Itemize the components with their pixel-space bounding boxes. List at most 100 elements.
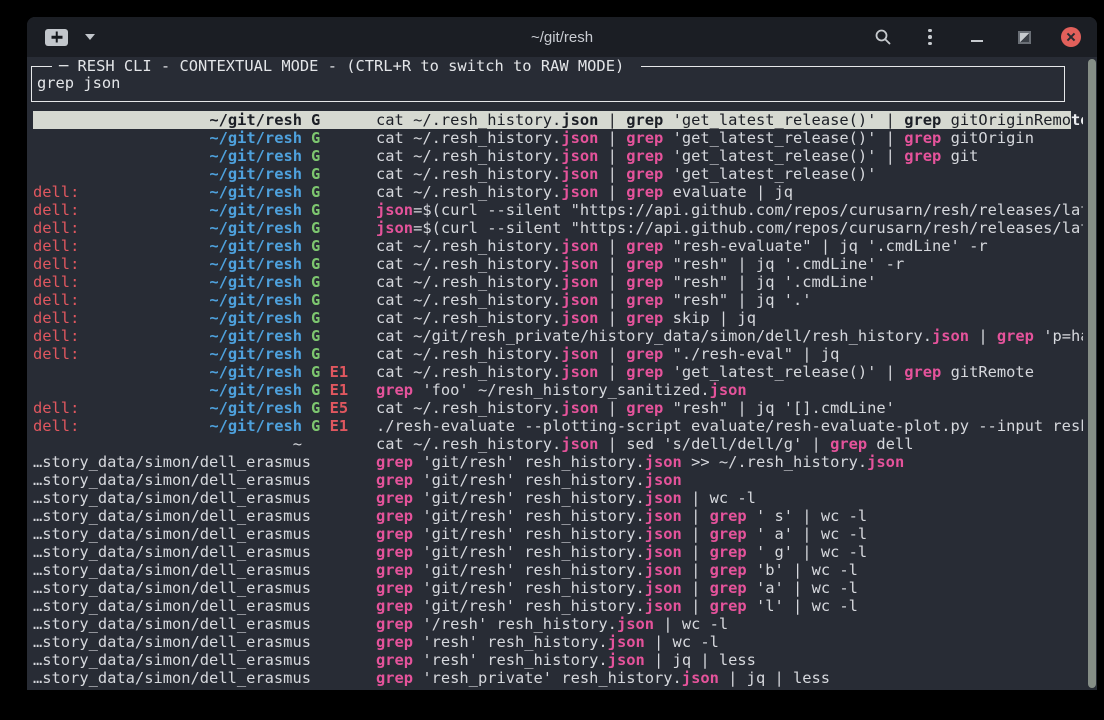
history-row[interactable]: …story_data/simon/dell_erasmusgrep 'git/…	[33, 561, 1083, 579]
history-row[interactable]: …story_data/simon/dell_erasmusgrep 'git/…	[33, 543, 1083, 561]
search-button[interactable]	[873, 27, 893, 47]
directory-label: …story_data/simon/dell_erasmus	[33, 561, 311, 579]
command-text: grep 'git/resh' resh_history.json | wc -…	[376, 489, 1083, 507]
history-row[interactable]: …story_data/simon/dell_erasmusgrep 'git/…	[33, 597, 1083, 615]
directory-label: …story_data/simon/dell_erasmus	[33, 669, 311, 687]
directory-label: ~/git/resh	[209, 255, 302, 273]
close-button[interactable]	[1061, 27, 1081, 47]
directory-label: ~/git/resh	[209, 309, 302, 327]
history-row[interactable]: dell:~/git/reshGjson=$(curl --silent "ht…	[33, 201, 1083, 219]
directory-label: ~/git/resh	[209, 381, 302, 399]
directory-label: …story_data/simon/dell_erasmus	[33, 597, 311, 615]
history-row[interactable]: …story_data/simon/dell_erasmusgrep 'git/…	[33, 489, 1083, 507]
history-row[interactable]: dell:~/git/reshGcat ~/.resh_history.json…	[33, 309, 1083, 327]
directory-label: ~/git/resh	[209, 417, 302, 435]
history-row[interactable]: …story_data/simon/dell_erasmusgrep 'git/…	[33, 525, 1083, 543]
history-row[interactable]: …story_data/simon/dell_erasmusgrep 'git/…	[33, 453, 1083, 471]
command-text: cat ~/.resh_history.json | grep "resh" |…	[376, 399, 1083, 417]
flag-e: E1	[330, 417, 349, 435]
kebab-menu-icon	[928, 29, 932, 33]
flags	[302, 543, 376, 561]
host-label: dell:	[33, 183, 79, 201]
history-row[interactable]: …story_data/simon/dell_erasmusgrep 'git/…	[33, 579, 1083, 597]
flags: G	[302, 147, 376, 165]
history-row[interactable]: dell:~/git/reshGcat ~/.resh_history.json…	[33, 237, 1083, 255]
command-text: cat ~/.resh_history.json | grep evaluate…	[376, 183, 1083, 201]
flag-g: G	[311, 147, 320, 165]
directory-label: ~/git/resh	[209, 165, 302, 183]
command-overflow: te	[1071, 111, 1083, 129]
directory-label: ~	[293, 435, 302, 453]
flag-g: G	[311, 129, 320, 147]
mode-header-box: ─ RESH CLI - CONTEXTUAL MODE - (CTRL+R t…	[31, 66, 1065, 102]
command-text: ./resh-evaluate --plotting-script evalua…	[376, 417, 1083, 435]
history-row[interactable]: dell:~/git/reshGcat ~/git/resh_private/h…	[33, 327, 1083, 345]
directory-label: ~/git/resh	[209, 183, 302, 201]
search-query-input[interactable]: grep json	[37, 74, 120, 92]
flag-g: G	[311, 399, 320, 417]
menu-button[interactable]	[920, 27, 940, 47]
history-row[interactable]: ~/git/reshG E1grep 'foo' ~/resh_history_…	[33, 381, 1083, 399]
history-row[interactable]: …story_data/simon/dell_erasmusgrep 'resh…	[33, 633, 1083, 651]
history-row[interactable]: dell:~/git/reshGcat ~/.resh_history.json…	[33, 255, 1083, 273]
new-tab-button[interactable]	[45, 29, 68, 46]
history-row[interactable]: dell:~/git/reshGcat ~/.resh_history.json…	[33, 291, 1083, 309]
directory-label: ~/git/resh	[209, 399, 302, 417]
history-row[interactable]: …story_data/simon/dell_erasmusgrep 'resh…	[33, 651, 1083, 669]
flags	[302, 579, 376, 597]
search-icon	[874, 28, 892, 46]
flags: G	[302, 255, 376, 273]
titlebar[interactable]: ~/git/resh	[27, 17, 1097, 57]
directory-label: ~/git/resh	[209, 147, 302, 165]
flags	[302, 561, 376, 579]
history-row[interactable]: dell:~/git/reshGcat ~/.resh_history.json…	[33, 183, 1083, 201]
flags: G	[302, 291, 376, 309]
history-row[interactable]: dell:~/git/reshGcat ~/.resh_history.json…	[33, 345, 1083, 363]
history-row[interactable]: ~/git/reshGcat ~/.resh_history.json | gr…	[33, 129, 1083, 147]
minimize-button[interactable]	[967, 27, 987, 47]
command-text: grep 'git/resh' resh_history.json | grep…	[376, 507, 1083, 525]
flags	[302, 507, 376, 525]
command-text: cat ~/git/resh_private/history_data/simo…	[376, 327, 1083, 345]
tab-dropdown-caret-icon[interactable]	[85, 34, 95, 40]
history-row[interactable]: ~cat ~/.resh_history.json | sed 's/dell/…	[33, 435, 1083, 453]
history-row-selected[interactable]: ~/git/reshGcat ~/.resh_history.json | gr…	[33, 111, 1083, 129]
directory-label: …story_data/simon/dell_erasmus	[33, 453, 311, 471]
directory-label: ~/git/resh	[209, 111, 302, 129]
scrollbar[interactable]	[1088, 59, 1096, 688]
command-text: cat ~/.resh_history.json | grep "resh" |…	[376, 291, 1083, 309]
history-row[interactable]: ~/git/reshG E1cat ~/.resh_history.json |…	[33, 363, 1083, 381]
restore-button[interactable]	[1014, 27, 1034, 47]
history-row[interactable]: …story_data/simon/dell_erasmusgrep 'resh…	[33, 669, 1083, 687]
flags	[302, 615, 376, 633]
command-text: cat ~/.resh_history.json | grep "./resh-…	[376, 345, 1083, 363]
flag-g: G	[311, 327, 320, 345]
history-row[interactable]: dell:~/git/reshGjson=$(curl --silent "ht…	[33, 219, 1083, 237]
terminal-window: ~/git/resh ─ RESH CLI - CO	[27, 17, 1097, 690]
flag-g: G	[311, 291, 320, 309]
history-row[interactable]: …story_data/simon/dell_erasmusgrep '/res…	[33, 615, 1083, 633]
flags: G	[302, 201, 376, 219]
history-row[interactable]: dell:~/git/reshGcat ~/.resh_history.json…	[33, 273, 1083, 291]
directory-label: …story_data/simon/dell_erasmus	[33, 543, 311, 561]
host-label: dell:	[33, 309, 79, 327]
flag-g: G	[311, 273, 320, 291]
flags	[302, 597, 376, 615]
host-label: dell:	[33, 345, 79, 363]
flag-g: G	[311, 309, 320, 327]
history-row[interactable]: dell:~/git/reshG E1./resh-evaluate --plo…	[33, 417, 1083, 435]
history-list: ~/git/reshGcat ~/.resh_history.json | gr…	[33, 111, 1083, 687]
history-row[interactable]: dell:~/git/reshG E5cat ~/.resh_history.j…	[33, 399, 1083, 417]
flags	[302, 633, 376, 651]
history-row[interactable]: …story_data/simon/dell_erasmusgrep 'git/…	[33, 471, 1083, 489]
directory-label: ~/git/resh	[209, 201, 302, 219]
history-row[interactable]: ~/git/reshGcat ~/.resh_history.json | gr…	[33, 147, 1083, 165]
flag-e: E1	[330, 363, 349, 381]
directory-label: …story_data/simon/dell_erasmus	[33, 525, 311, 543]
host-label: dell:	[33, 417, 79, 435]
history-row[interactable]: …story_data/simon/dell_erasmusgrep 'git/…	[33, 507, 1083, 525]
directory-label: ~/git/resh	[209, 273, 302, 291]
flags	[302, 435, 376, 453]
flags: G	[302, 129, 376, 147]
history-row[interactable]: ~/git/reshGcat ~/.resh_history.json | gr…	[33, 165, 1083, 183]
